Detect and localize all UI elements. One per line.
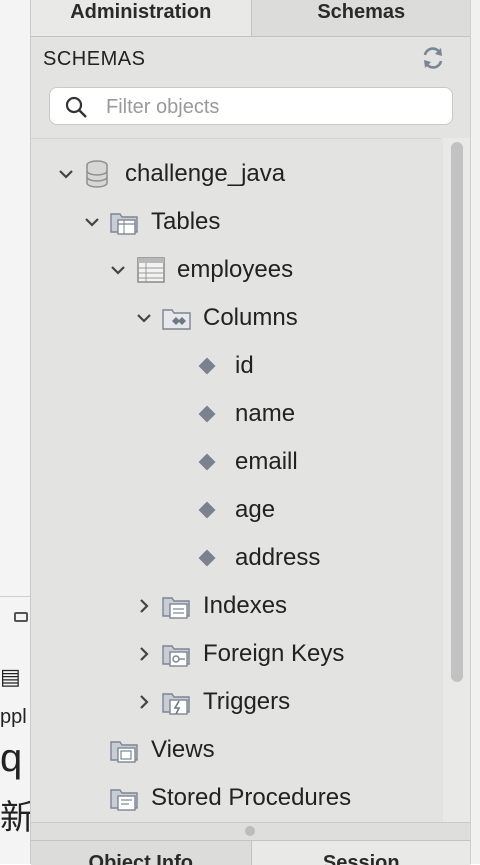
chevron-right-icon[interactable] (135, 597, 153, 615)
indexes-folder-icon (161, 590, 193, 622)
schemas-section-title: SCHEMAS (43, 48, 146, 70)
tree-node-schema[interactable]: challenge_java (57, 154, 285, 194)
tables-label: Tables (151, 208, 221, 235)
foreign-keys-folder-icon (161, 638, 193, 670)
chevron-down-icon[interactable] (135, 309, 153, 327)
chevron-right-icon[interactable] (135, 693, 153, 711)
column-name: id (235, 352, 254, 379)
column-diamond-icon (198, 501, 216, 519)
chevron-right-icon[interactable] (135, 645, 153, 663)
columns-folder-icon (161, 302, 193, 334)
triggers-folder-icon (161, 686, 193, 718)
background-text-cjk: 新 (0, 799, 30, 837)
chevron-down-icon[interactable] (109, 261, 127, 279)
background-box-icon (14, 612, 28, 622)
tree-node-foreign-keys[interactable]: Foreign Keys (135, 634, 344, 674)
column-item[interactable]: id (191, 346, 254, 386)
column-diamond-icon (198, 405, 216, 423)
background-divider (0, 596, 30, 597)
navigator-panel: Administration Schemas SCHEMAS Filter ob… (30, 0, 471, 865)
stored-procedures-label: Stored Procedures (151, 784, 352, 811)
tree-node-views[interactable]: Views (109, 730, 215, 770)
tab-schemas[interactable]: Schemas (251, 0, 471, 36)
column-item[interactable]: address (191, 538, 320, 578)
background-text-app: ppl (0, 706, 27, 728)
stored-procedures-folder-icon (109, 782, 141, 814)
tree-node-indexes[interactable]: Indexes (135, 586, 287, 626)
columns-label: Columns (203, 304, 298, 331)
refresh-icon[interactable] (419, 44, 447, 72)
search-icon (64, 95, 88, 119)
background-list-icon: ▤ (0, 664, 21, 689)
indexes-label: Indexes (203, 592, 288, 619)
right-edge-strip (470, 0, 480, 864)
column-diamond-icon (198, 357, 216, 375)
tab-object-info[interactable]: Object Info (31, 841, 252, 865)
column-name: address (235, 544, 321, 571)
schema-name: challenge_java (125, 160, 286, 187)
background-text-big: q l (0, 736, 30, 780)
tree-node-stored-procedures[interactable]: Stored Procedures (109, 778, 351, 818)
column-item[interactable]: emaill (191, 442, 298, 482)
column-item[interactable]: age (191, 490, 275, 530)
background-window-fragment: ▤ ppl q l 新 (0, 0, 30, 864)
column-name: age (235, 496, 276, 523)
tab-session[interactable]: Session (252, 841, 472, 865)
chevron-down-icon[interactable] (83, 213, 101, 231)
tree-node-table-employees[interactable]: employees (109, 250, 293, 290)
column-name: emaill (235, 448, 298, 475)
tree-node-triggers[interactable]: Triggers (135, 682, 290, 722)
database-icon (83, 158, 115, 190)
column-diamond-icon (198, 453, 216, 471)
info-tabs: Object Info Session (31, 840, 471, 865)
table-icon (135, 254, 167, 286)
foreign-keys-label: Foreign Keys (203, 640, 345, 667)
column-name: name (235, 400, 296, 427)
tree-node-columns[interactable]: Columns (135, 298, 298, 338)
tables-folder-icon (109, 206, 141, 238)
triggers-label: Triggers (203, 688, 291, 715)
filter-objects-field[interactable] (49, 87, 453, 125)
navigator-tabs: Administration Schemas (31, 0, 471, 37)
tab-administration[interactable]: Administration (31, 0, 252, 36)
tree-node-tables[interactable]: Tables (83, 202, 220, 242)
views-folder-icon (109, 734, 141, 766)
views-label: Views (151, 736, 215, 763)
panel-splitter[interactable] (31, 822, 471, 841)
filter-objects-input[interactable] (104, 91, 448, 123)
table-name: employees (177, 256, 294, 283)
tree-scrollbar-thumb[interactable] (451, 142, 463, 682)
splitter-handle-icon[interactable] (245, 826, 255, 836)
schema-tree: challenge_java Tables employees Columns … (31, 138, 441, 823)
chevron-down-icon[interactable] (57, 165, 75, 183)
column-item[interactable]: name (191, 394, 295, 434)
column-diamond-icon (198, 549, 216, 567)
